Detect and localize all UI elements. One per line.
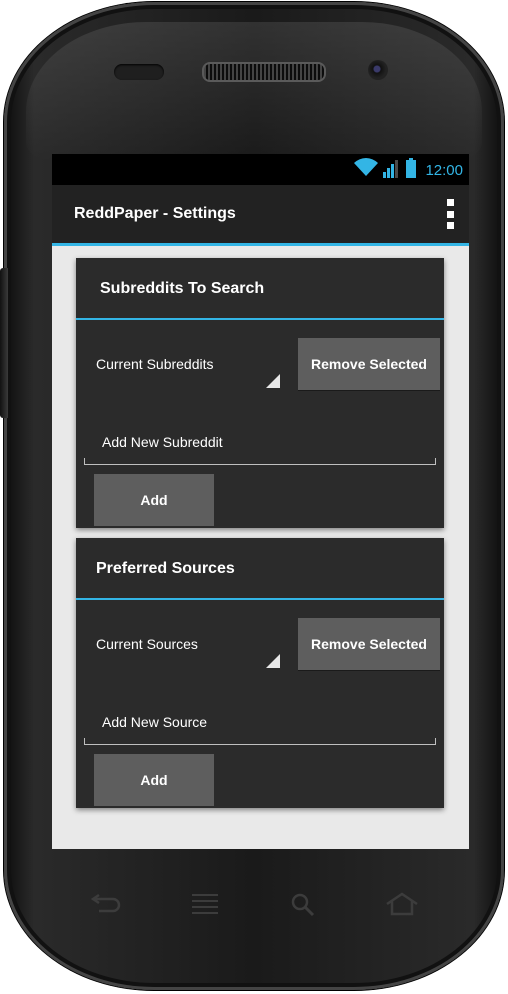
subreddits-card-title: Subreddits To Search [100,280,265,297]
card-header: Subreddits To Search [76,258,444,320]
spinner-label: Current Sources [96,636,198,652]
current-subreddits-spinner[interactable]: Current Subreddits [96,356,286,392]
add-source-input[interactable]: Add New Source [84,708,436,745]
earpiece-speaker [202,62,326,82]
add-subreddit-button[interactable]: Add [94,474,214,526]
dropdown-arrow-icon [266,374,280,388]
home-icon[interactable] [372,880,432,930]
spinner-label: Current Subreddits [96,356,214,372]
subreddits-card: Subreddits To Search Current Subreddits … [76,258,444,528]
add-subreddit-input[interactable]: Add New Subreddit [84,428,436,465]
status-bar: 12:00 [52,154,469,185]
status-time: 12:00 [425,161,463,179]
battery-icon [405,157,417,183]
back-icon[interactable] [76,880,136,930]
app-title: ReddPaper - Settings [74,205,236,222]
overflow-menu-icon[interactable] [447,199,455,229]
wifi-icon [353,157,379,183]
screen: 12:00 ReddPaper - Settings Subreddits To… [52,154,469,849]
proximity-sensor [114,64,164,80]
front-camera [368,60,388,80]
input-placeholder: Add New Subreddit [102,434,223,450]
hardware-nav-keys [76,880,432,930]
dropdown-arrow-icon [266,654,280,668]
status-icons: 12:00 [353,157,463,183]
remove-selected-source-button[interactable]: Remove Selected [298,618,440,670]
search-icon[interactable] [273,880,333,930]
action-bar: ReddPaper - Settings [52,185,469,246]
input-placeholder: Add New Source [102,714,208,730]
add-source-button[interactable]: Add [94,754,214,806]
sources-card-title: Preferred Sources [96,560,235,577]
remove-selected-subreddit-button[interactable]: Remove Selected [298,338,440,390]
menu-icon[interactable] [175,880,235,930]
sources-card: Preferred Sources Current Sources Remove… [76,538,444,808]
phone-glare [26,22,482,162]
card-header: Preferred Sources [76,538,444,600]
signal-icon [383,158,401,183]
current-sources-spinner[interactable]: Current Sources [96,636,286,672]
volume-button [0,268,8,418]
